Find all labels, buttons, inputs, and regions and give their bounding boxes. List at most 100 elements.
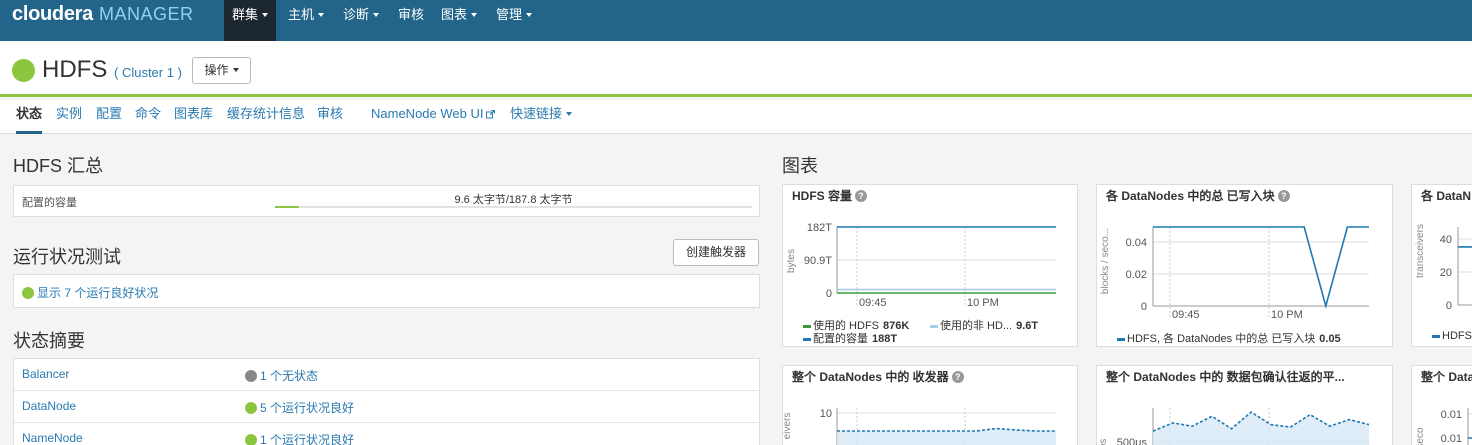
health-tests-box: 显示 7 个运行良好状况 — [13, 274, 760, 308]
y-tick-label: 0.04 — [1126, 237, 1147, 249]
none-status-icon — [245, 370, 257, 382]
chart-svg: seco 0.01 0.01 — [1415, 408, 1472, 445]
legend-swatch — [803, 337, 811, 341]
status-summary-title: 状态摘要 — [13, 331, 85, 351]
chevron-down-icon — [373, 12, 380, 17]
chart-blocks-written[interactable]: 各 DataNodes 中的总 已写入块? blocks / seco... 0… — [1096, 184, 1393, 347]
role-link-namenode[interactable]: NameNode — [22, 431, 83, 445]
chart-svg: transceivers 40 20 0 — [1415, 224, 1472, 312]
y-axis-label: os — [1098, 439, 1109, 445]
chevron-down-icon — [526, 12, 533, 17]
chevron-down-icon — [318, 12, 325, 17]
service-header: HDFS ( Cluster 1 ) 操作 — [0, 41, 1472, 97]
external-link-icon — [486, 110, 496, 119]
capacity-box: 配置的容量 9.6 太字节/187.8 太字节 — [13, 185, 760, 217]
y-tick-label: 0.02 — [1126, 269, 1147, 281]
y-tick-label: 500μs — [1117, 437, 1148, 445]
y-tick-label: 0 — [826, 288, 832, 300]
show-healthy-link[interactable]: 显示 7 个运行良好状况 — [22, 284, 158, 301]
tab-configuration[interactable]: 配置 — [96, 100, 122, 134]
y-tick-label: 182T — [807, 222, 832, 234]
legend-swatch — [930, 324, 938, 328]
y-axis-label: seco — [1415, 427, 1426, 445]
role-link-datanode[interactable]: DataNode — [22, 399, 76, 413]
series-line — [837, 427, 1056, 432]
y-tick-label: 40 — [1440, 234, 1452, 246]
nav-administration[interactable]: 管理 — [488, 0, 540, 41]
legend-swatch — [803, 324, 811, 328]
nav-clusters[interactable]: 群集 — [224, 0, 277, 41]
role-status-datanode[interactable]: 5 个运行状况良好 — [245, 399, 354, 416]
chart-datanode-partial[interactable]: 整个 DataN seco 0.01 0.01 — [1411, 365, 1472, 445]
role-link-balancer[interactable]: Balancer — [22, 367, 69, 381]
y-tick-label: 0 — [1141, 301, 1147, 313]
tab-cache-statistics[interactable]: 缓存统计信息 — [227, 100, 305, 134]
status-row-namenode: NameNode 1 个运行状况良好 — [14, 423, 760, 445]
y-axis-label: blocks / seco... — [1100, 228, 1111, 294]
chevron-down-icon — [471, 12, 478, 17]
chart-transceivers[interactable]: 整个 DataNodes 中的 收发器? eivers 10 — [782, 365, 1078, 445]
actions-button[interactable]: 操作 — [192, 57, 251, 84]
y-tick-label: 20 — [1440, 267, 1452, 279]
legend-swatch — [1432, 334, 1440, 338]
legend-item[interactable]: 使用的非 HD... 9.6T — [930, 317, 1038, 333]
chart-series — [1153, 226, 1369, 310]
status-summary-table: Balancer 1 个无状态 DataNode 5 个运行状况良好 NameN… — [13, 358, 760, 445]
charts-title: 图表 — [782, 156, 818, 176]
y-tick-label: 90.9T — [804, 255, 832, 267]
legend-item[interactable]: HDFS, 各 DataNodes 中的总 已写入块 0.05 — [1117, 330, 1341, 346]
role-status-namenode[interactable]: 1 个运行状况良好 — [245, 431, 354, 445]
nav-hosts[interactable]: 主机 — [280, 0, 332, 41]
y-axis-label: eivers — [783, 413, 793, 440]
y-tick-label: 0 — [1446, 300, 1452, 312]
tab-namenode-web-ui[interactable]: NameNode Web UI — [371, 100, 496, 134]
status-row-datanode: DataNode 5 个运行状况良好 — [14, 391, 760, 423]
capacity-value: 9.6 太字节/187.8 太字节 — [454, 194, 573, 206]
nav-charts[interactable]: 图表 — [433, 0, 485, 41]
healthy-status-icon — [245, 434, 257, 445]
status-row-balancer: Balancer 1 个无状态 — [14, 359, 760, 391]
chevron-down-icon — [232, 67, 239, 72]
chart-series — [837, 427, 1056, 445]
x-tick-label: 10 PM — [1271, 309, 1303, 321]
legend-item[interactable]: 配置的容量 188T — [803, 330, 897, 346]
chart-svg: eivers 10 — [783, 408, 1056, 445]
service-tabs: 状态 实例 配置 命令 图表库 缓存统计信息 审核 NameNode Web U… — [0, 100, 1472, 134]
series-line — [1153, 226, 1369, 310]
healthy-status-icon — [245, 402, 257, 414]
service-title: HDFS — [42, 56, 108, 83]
chart-series — [1152, 411, 1370, 445]
legend-item[interactable]: HDFS — [1432, 330, 1472, 342]
y-tick-label: 10 — [820, 408, 832, 420]
x-tick-label: 10 PM — [967, 297, 999, 309]
chart-svg: os 500μs — [1098, 408, 1370, 445]
nav-audits[interactable]: 审核 — [390, 0, 432, 41]
legend-swatch — [1117, 337, 1125, 341]
capacity-label: 配置的容量 — [22, 197, 77, 209]
chart-packet-ack-roundtrip[interactable]: 整个 DataNodes 中的 数据包确认往返的平... os 500μs — [1096, 365, 1393, 445]
nav-diagnostics[interactable]: 诊断 — [335, 0, 387, 41]
create-trigger-button[interactable]: 创建触发器 — [673, 239, 759, 266]
tab-audits[interactable]: 审核 — [317, 100, 343, 134]
logo-brand: cloudera — [12, 3, 93, 25]
y-tick-label: 0.01 — [1441, 433, 1462, 445]
tab-instances[interactable]: 实例 — [56, 100, 82, 134]
role-status-balancer[interactable]: 1 个无状态 — [245, 367, 318, 384]
series-area — [1153, 412, 1369, 445]
tab-quick-links[interactable]: 快速链接 — [510, 100, 573, 134]
tab-status[interactable]: 状态 — [16, 100, 43, 134]
y-axis-label: bytes — [786, 249, 797, 273]
tab-commands[interactable]: 命令 — [135, 100, 161, 134]
y-tick-label: 0.01 — [1441, 409, 1462, 421]
chevron-down-icon — [566, 111, 573, 116]
chart-transceivers-partial[interactable]: 各 DataN transceivers 40 20 0 HDFS — [1411, 184, 1472, 347]
chart-svg: blocks / seco... 0.04 0.02 0 09:45 10 PM — [1100, 226, 1369, 321]
cluster-link[interactable]: ( Cluster 1 ) — [114, 65, 182, 80]
cloudera-manager-logo[interactable]: cloudera MANAGER — [12, 3, 193, 26]
service-health-icon — [12, 59, 35, 82]
hdfs-summary-title: HDFS 汇总 — [13, 156, 103, 176]
chevron-down-icon — [262, 12, 269, 17]
tab-chart-library[interactable]: 图表库 — [174, 100, 213, 134]
chart-hdfs-capacity[interactable]: HDFS 容量? bytes 182T 90.9T 0 09:45 10 PM … — [782, 184, 1078, 347]
top-navbar: cloudera MANAGER 群集 主机 诊断 审核 图表 管理 — [0, 0, 1472, 41]
